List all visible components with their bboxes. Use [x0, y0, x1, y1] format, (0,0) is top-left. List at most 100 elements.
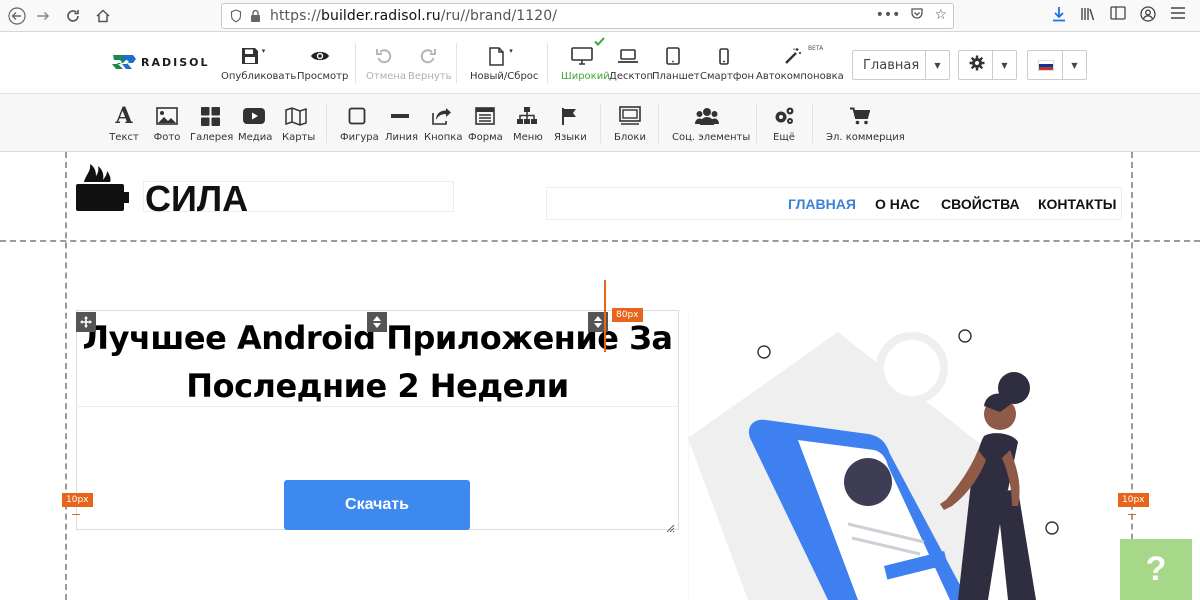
move-handle-icon[interactable]	[76, 312, 96, 332]
url-host: builder.radisol.ru	[320, 8, 441, 24]
home-icon[interactable]	[90, 3, 116, 29]
image-icon	[153, 105, 181, 127]
add-shape-button[interactable]: Фигура	[340, 105, 379, 143]
preview-button[interactable]: Просмотр	[297, 45, 348, 82]
download-button[interactable]: Скачать	[284, 480, 470, 530]
add-menu-button[interactable]: Меню	[513, 105, 543, 143]
russia-flag-icon	[1038, 59, 1054, 71]
language-dropdown[interactable]: ▼	[1027, 50, 1087, 80]
menu-icon[interactable]	[1170, 6, 1186, 26]
download-icon[interactable]	[1052, 6, 1066, 26]
view-tablet-button[interactable]: Планшет	[652, 45, 700, 82]
back-icon[interactable]	[4, 3, 30, 29]
add-map-button[interactable]: Карты	[282, 105, 315, 143]
checkmark-icon	[594, 37, 605, 49]
toolbar-divider	[658, 103, 659, 143]
help-button[interactable]: ?	[1120, 539, 1192, 600]
site-menu-item-contacts[interactable]: КОНТАКТЫ	[1038, 196, 1116, 212]
view-wide-button[interactable]: Широкий	[561, 37, 610, 82]
auto-layout-button[interactable]: BETA Автокомпоновка	[756, 45, 844, 82]
padding-indicator-line	[604, 280, 606, 352]
hero-title-line-2: Последние 2 Недели	[186, 367, 569, 405]
auto-layout-label: Автокомпоновка	[756, 71, 844, 82]
forward-icon[interactable]	[30, 3, 56, 29]
magic-wand-icon: BETA	[756, 45, 830, 67]
flag-icon	[554, 105, 586, 127]
add-map-label: Карты	[282, 132, 316, 143]
add-line-button[interactable]: Линия	[385, 105, 418, 143]
settings-dropdown[interactable]: ▼	[958, 50, 1017, 80]
page-select[interactable]: Главная ▼	[852, 50, 950, 80]
elements-toolbar: A Текст Фото Галерея Медиа Карты Фигура	[0, 94, 1200, 152]
add-text-label: Текст	[109, 132, 139, 143]
site-logo-image[interactable]	[76, 162, 130, 214]
undo-icon	[366, 45, 402, 67]
reload-icon[interactable]	[60, 3, 86, 29]
undo-button[interactable]: Отмена	[366, 45, 406, 82]
account-icon[interactable]	[1140, 6, 1156, 26]
header-section-border	[0, 240, 1200, 242]
publish-button[interactable]: ▾ Опубликовать	[221, 45, 296, 82]
hero-illustration[interactable]	[687, 310, 1128, 600]
eye-icon	[297, 45, 343, 67]
new-file-icon: ▾	[470, 45, 532, 67]
library-icon[interactable]	[1080, 6, 1096, 26]
pocket-icon[interactable]	[910, 7, 924, 25]
add-media-button[interactable]: Медиа	[238, 105, 273, 143]
site-menu-item-about[interactable]: О НАС	[875, 196, 920, 212]
bookmark-star-icon[interactable]: ☆	[934, 7, 947, 25]
resize-corner-icon[interactable]	[666, 518, 675, 537]
toolbar-divider	[547, 43, 548, 83]
resize-vertical-handle-icon[interactable]	[367, 312, 387, 332]
chevron-down-icon: ▼	[1062, 51, 1086, 79]
site-menu-item-home[interactable]: ГЛАВНАЯ	[788, 196, 856, 212]
lock-icon[interactable]	[250, 9, 261, 27]
browser-toolbar: https://builder.radisol.ru/ru//brand/112…	[0, 0, 1200, 32]
new-reset-button[interactable]: ▾ Новый/Сброс	[470, 45, 538, 82]
add-gallery-button[interactable]: Галерея	[190, 105, 233, 143]
ecommerce-button[interactable]: Эл. коммерция	[826, 105, 905, 143]
add-blocks-button[interactable]: Блоки	[614, 105, 646, 143]
toolbar-divider	[355, 43, 356, 83]
add-menu-label: Меню	[513, 132, 543, 143]
url-bar[interactable]: https://builder.radisol.ru/ru//brand/112…	[221, 3, 954, 29]
radisol-logo-text: RADISOL	[141, 55, 210, 69]
hero-title-divider	[76, 406, 679, 407]
more-actions-icon[interactable]: •••	[876, 7, 901, 25]
toolbar-divider	[600, 103, 601, 143]
publish-label: Опубликовать	[221, 71, 297, 82]
redo-button[interactable]: Вернуть	[408, 45, 452, 82]
add-social-button[interactable]: Соц. элементы	[672, 105, 750, 143]
url-path: /ru//brand/1120/	[440, 8, 558, 24]
view-desktop-button[interactable]: Десктоп	[609, 45, 653, 82]
add-shape-label: Фигура	[340, 132, 379, 143]
right-guide	[1131, 152, 1133, 600]
url-scheme: https://	[270, 8, 321, 24]
chevron-down-icon: ▼	[925, 51, 949, 79]
gear-icon	[969, 55, 985, 75]
sidebar-icon[interactable]	[1110, 6, 1126, 26]
radisol-logo[interactable]: RADISOL	[111, 53, 210, 71]
more-elements-button[interactable]: Ещё	[770, 105, 798, 143]
view-phone-button[interactable]: Смартфон	[700, 45, 754, 82]
left-padding-tick	[72, 514, 80, 515]
tablet-icon	[652, 45, 694, 67]
map-icon	[282, 105, 310, 127]
shield-icon[interactable]	[230, 9, 242, 27]
add-text-button[interactable]: A Текст	[108, 103, 140, 143]
editor-canvas[interactable]: СИЛА ГЛАВНАЯ О НАС СВОЙСТВА КОНТАКТЫ Луч…	[0, 152, 1200, 600]
add-languages-button[interactable]: Языки	[554, 105, 587, 143]
url-text: https://builder.radisol.ru/ru//brand/112…	[270, 8, 557, 24]
site-menu-item-features[interactable]: СВОЙСТВА	[941, 196, 1020, 212]
users-icon	[672, 105, 742, 127]
add-photo-button[interactable]: Фото	[153, 105, 181, 143]
chevron-down-icon: ▼	[992, 51, 1016, 79]
blocks-icon	[614, 105, 646, 127]
add-form-button[interactable]: Форма	[468, 105, 503, 143]
add-media-label: Медиа	[238, 132, 273, 143]
add-button-button[interactable]: Кнопка	[424, 105, 462, 143]
add-blocks-label: Блоки	[614, 132, 646, 143]
right-padding-tick	[1128, 514, 1136, 515]
site-name[interactable]: СИЛА	[145, 178, 248, 220]
laptop-icon	[609, 45, 647, 67]
